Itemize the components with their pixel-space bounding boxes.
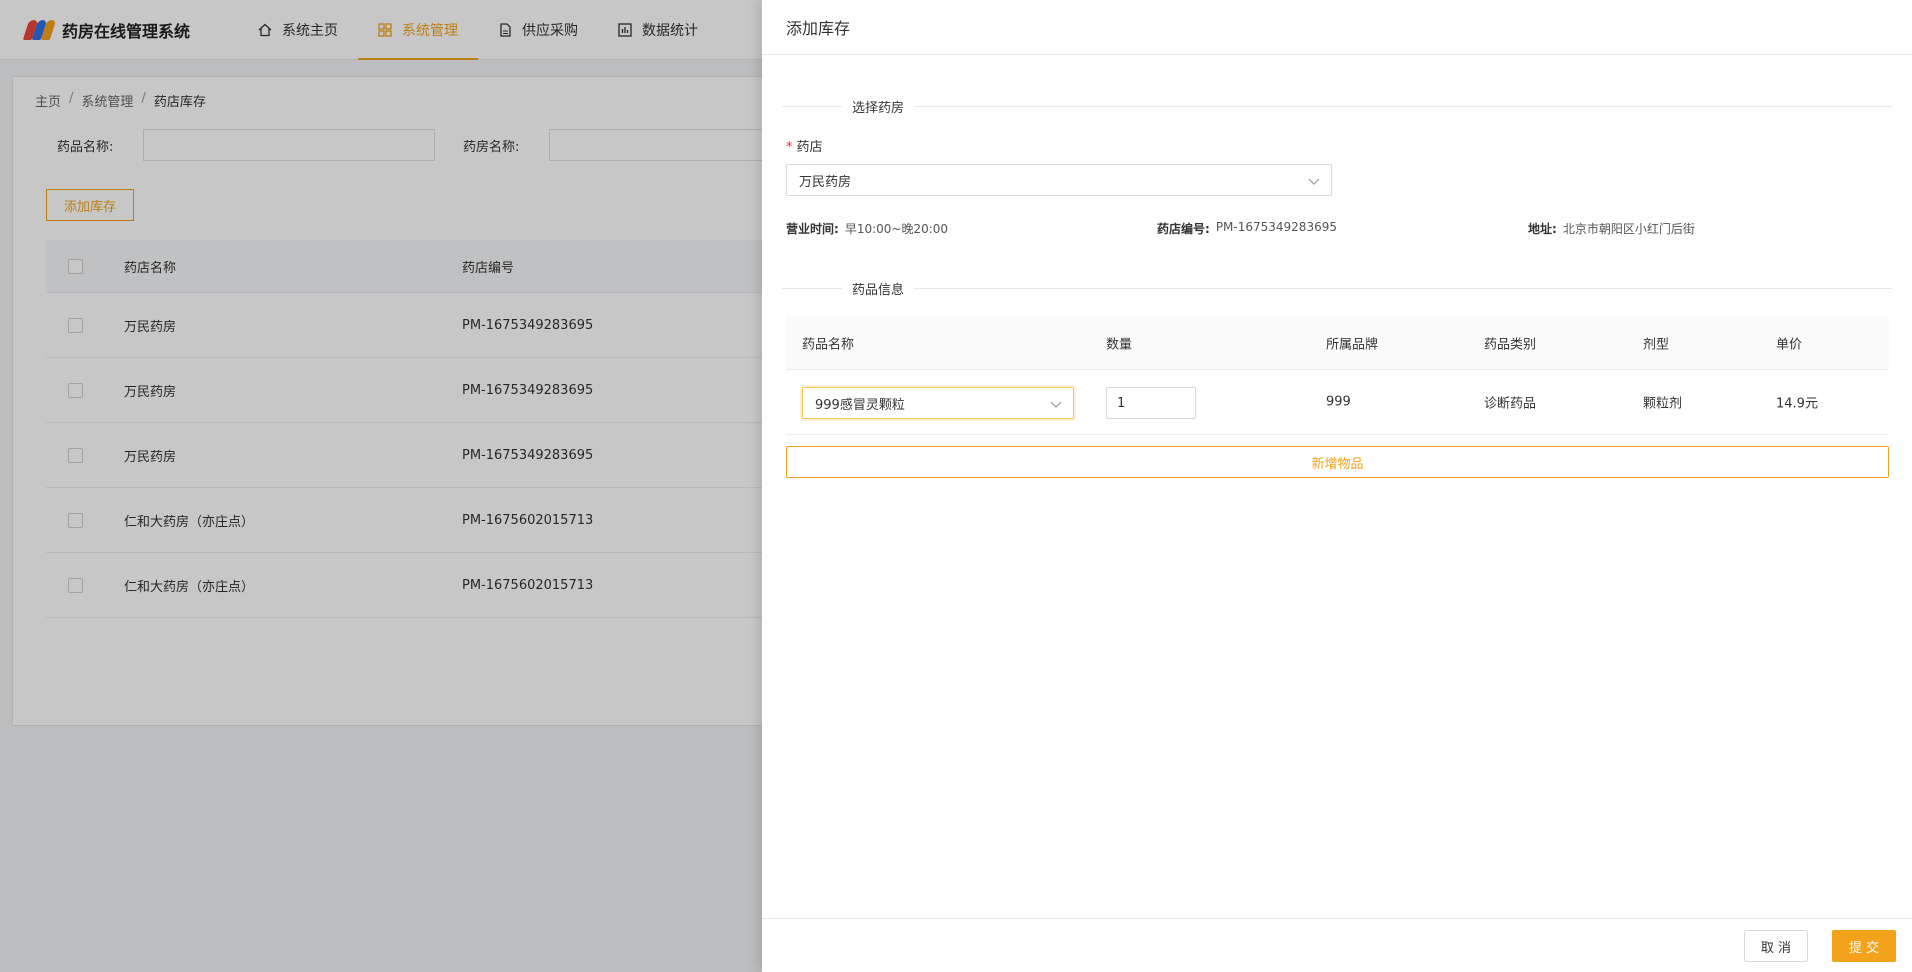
cell-category: 诊断药品 xyxy=(1484,396,1537,412)
divider xyxy=(782,287,842,289)
store-select[interactable]: 万民药房 xyxy=(786,164,1332,196)
chevron-down-icon xyxy=(1307,174,1321,188)
address-value: 北京市朝阳区小红门后街 xyxy=(1562,222,1695,236)
drug-items-table: 药品名称 数量 所属品牌 药品类别 剂型 单价 999感冒灵颗粒 999 诊断药… xyxy=(786,316,1889,435)
cell-unit-price: 14.9元 xyxy=(1776,396,1818,412)
submit-button[interactable]: 提 交 xyxy=(1832,930,1896,962)
address-label: 地址: xyxy=(1528,222,1557,236)
drawer-title: 添加库存 xyxy=(762,0,1912,55)
header-quantity: 数量 xyxy=(1106,337,1133,352)
header-category: 药品类别 xyxy=(1484,337,1537,352)
divider xyxy=(914,287,1892,289)
required-mark: * xyxy=(786,140,793,155)
hours-value: 早10:00~晚20:00 xyxy=(844,222,949,236)
drug-item-row: 999感冒灵颗粒 999 诊断药品 颗粒剂 14.9元 xyxy=(786,370,1889,435)
section-drug-info: 药品信息 xyxy=(782,278,1892,298)
code-label: 药店编号: xyxy=(1157,222,1210,236)
cell-brand: 999 xyxy=(1326,394,1351,410)
store-hours: 营业时间: 早10:00~晚20:00 xyxy=(786,220,948,237)
drug-select-value: 999感冒灵颗粒 xyxy=(815,397,905,413)
header-unit-price: 单价 xyxy=(1776,337,1803,352)
items-table-header: 药品名称 数量 所属品牌 药品类别 剂型 单价 xyxy=(786,316,1889,370)
divider xyxy=(782,105,842,107)
header-drug-name: 药品名称 xyxy=(802,337,855,352)
divider xyxy=(914,105,1892,107)
cell-dosage-form: 颗粒剂 xyxy=(1643,396,1683,412)
drug-name-select[interactable]: 999感冒灵颗粒 xyxy=(802,387,1074,419)
header-brand: 所属品牌 xyxy=(1326,337,1379,352)
section-select-pharmacy: 选择药房 xyxy=(782,96,1892,116)
code-value: PM-1675349283695 xyxy=(1215,220,1337,234)
drawer-footer: 取 消 提 交 xyxy=(762,918,1912,972)
header-dosage-form: 剂型 xyxy=(1643,337,1670,352)
quantity-input[interactable] xyxy=(1106,387,1196,419)
add-item-button[interactable]: 新增物品 xyxy=(786,446,1889,478)
chevron-down-icon xyxy=(1049,397,1063,411)
section-title: 选择药房 xyxy=(852,100,905,116)
store-address: 地址: 北京市朝阳区小红门后街 xyxy=(1528,220,1695,237)
store-select-value: 万民药房 xyxy=(799,174,852,190)
store-field-label: * 药店 xyxy=(786,136,823,155)
section-title: 药品信息 xyxy=(852,282,905,298)
hours-label: 营业时间: xyxy=(786,222,839,236)
add-stock-drawer: 添加库存 选择药房 * 药店 万民药房 营业时间: 早10:00~晚20:00 药… xyxy=(762,0,1912,972)
store-code: 药店编号: PM-1675349283695 xyxy=(1157,220,1337,237)
store-label-text: 药店 xyxy=(796,140,823,155)
cancel-button[interactable]: 取 消 xyxy=(1744,930,1808,962)
